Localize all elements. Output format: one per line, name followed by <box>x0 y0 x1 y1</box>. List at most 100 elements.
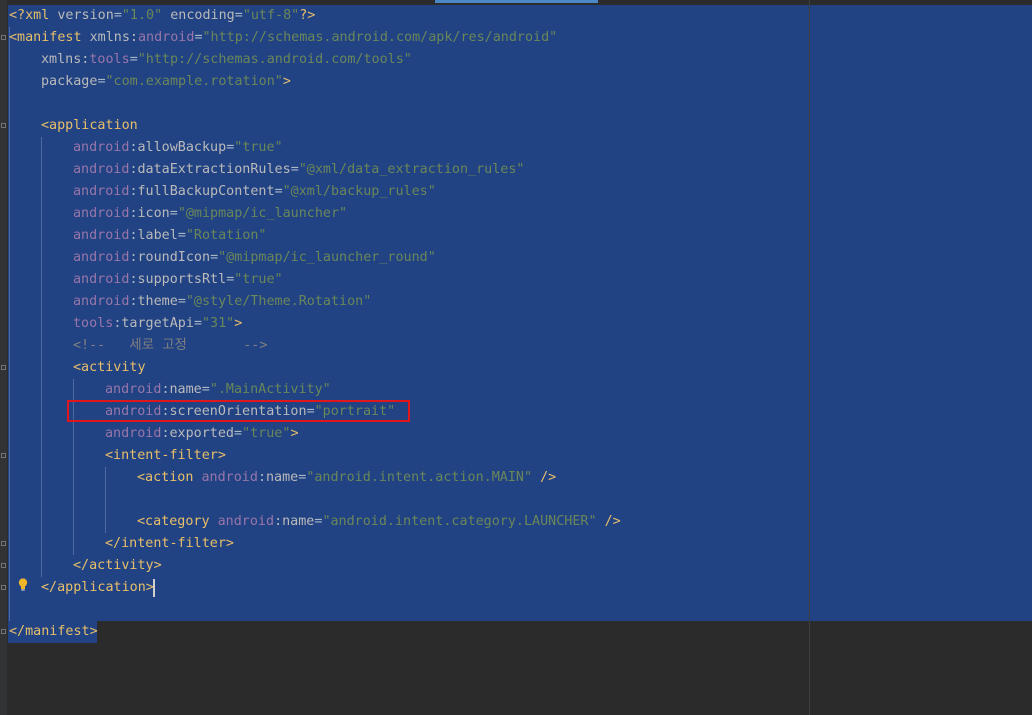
code-token: : <box>161 382 170 397</box>
code-line[interactable]: package="com.example.rotation"> <box>41 71 291 93</box>
code-token: = <box>234 426 243 441</box>
code-token: "true" <box>234 272 283 287</box>
code-line[interactable]: <?xml version="1.0" encoding="utf-8"?> <box>9 5 315 27</box>
code-line[interactable]: android:label="Rotation" <box>73 225 267 247</box>
indent-guide <box>41 137 42 577</box>
code-token: = <box>290 162 299 177</box>
code-token: fullBackupContent <box>137 184 275 199</box>
code-token: android <box>73 140 130 155</box>
code-token: tools <box>73 316 114 331</box>
code-token: android <box>73 228 130 243</box>
fold-marker-icon[interactable] <box>1 629 6 634</box>
code-line[interactable]: android:fullBackupContent="@xml/backup_r… <box>73 181 436 203</box>
code-line[interactable]: </activity> <box>73 555 162 577</box>
code-token: : <box>129 294 138 309</box>
fold-marker-icon[interactable] <box>1 453 6 458</box>
code-token: </manifest> <box>9 624 98 639</box>
code-token: label <box>137 228 178 243</box>
code-token: <application <box>41 118 138 133</box>
code-line[interactable]: xmlns:tools="http://schemas.android.com/… <box>41 49 412 71</box>
code-line[interactable]: android:theme="@style/Theme.Rotation" <box>73 291 371 313</box>
code-token: xmlns: <box>89 30 138 45</box>
code-line[interactable]: </manifest> <box>9 621 98 643</box>
code-line[interactable]: <activity <box>73 357 146 379</box>
code-token: = <box>274 184 283 199</box>
editor-gutter[interactable] <box>0 0 7 715</box>
code-token: "http://schemas.android.com/apk/res/andr… <box>202 30 558 45</box>
code-token: "Rotation" <box>185 228 267 243</box>
fold-marker-icon[interactable] <box>1 35 6 40</box>
code-token: exported <box>169 426 235 441</box>
fold-marker-icon[interactable] <box>1 541 6 546</box>
code-line[interactable]: android:supportsRtl="true" <box>73 269 283 291</box>
code-token: = <box>177 228 186 243</box>
code-token: android <box>201 470 258 485</box>
code-token: "31" <box>202 316 235 331</box>
fold-marker-icon[interactable] <box>1 563 6 568</box>
fold-marker-icon[interactable] <box>1 123 6 128</box>
code-token: : <box>129 272 138 287</box>
code-line[interactable]: <intent-filter> <box>105 445 226 467</box>
indent-guide <box>9 27 10 621</box>
code-token: android <box>73 206 130 221</box>
code-token: "utf-8" <box>242 8 300 23</box>
code-editor[interactable]: <?xml version="1.0" encoding="utf-8"?> <m… <box>0 0 1032 715</box>
code-line[interactable]: android:dataExtractionRules="@xml/data_e… <box>73 159 524 181</box>
code-token: dataExtractionRules <box>137 162 291 177</box>
code-token: roundIcon <box>137 250 211 265</box>
code-line[interactable]: </application> <box>41 577 154 599</box>
code-token: <?xml <box>9 8 58 23</box>
code-token: </intent-filter> <box>105 536 234 551</box>
code-token: = <box>97 74 106 89</box>
code-token: android <box>138 30 195 45</box>
fold-marker-icon[interactable] <box>1 585 6 590</box>
code-token: > <box>290 426 299 441</box>
code-line[interactable]: <action android:name="android.intent.act… <box>137 467 556 489</box>
code-token: <activity <box>73 360 146 375</box>
code-token: android <box>217 514 275 529</box>
code-token: <manifest <box>9 30 90 45</box>
code-token: : <box>161 426 170 441</box>
code-token: <!-- 세로 고정 --> <box>73 338 268 353</box>
code-line[interactable]: android:allowBackup="true" <box>73 137 283 159</box>
code-token: : <box>129 162 138 177</box>
code-token: = <box>201 382 210 397</box>
code-token: /> <box>540 470 557 485</box>
code-line[interactable]: <!-- 세로 고정 --> <box>73 335 267 357</box>
code-token: "http://schemas.android.com/tools" <box>137 52 412 67</box>
code-token: targetApi <box>121 316 194 331</box>
code-token: = <box>194 30 203 45</box>
code-token: name <box>169 382 202 397</box>
code-token: : <box>129 206 138 221</box>
code-token: = <box>193 316 202 331</box>
code-line[interactable]: android:exported="true"> <box>105 423 299 445</box>
code-line[interactable]: <category android:name="android.intent.c… <box>137 511 621 533</box>
code-line[interactable]: </intent-filter> <box>105 533 234 555</box>
code-token: android <box>105 382 162 397</box>
code-token: : <box>274 514 283 529</box>
code-line[interactable]: <manifest xmlns:android="http://schemas.… <box>9 27 557 49</box>
code-token: package <box>41 74 98 89</box>
code-token: theme <box>137 294 178 309</box>
code-line[interactable]: android:name=".MainActivity" <box>105 379 331 401</box>
code-token: > <box>282 74 291 89</box>
code-token: "true" <box>234 140 283 155</box>
code-token: name <box>282 514 315 529</box>
code-token: "@mipmap/ic_launcher_round" <box>218 250 436 265</box>
code-token: "android.intent.category.LAUNCHER" <box>322 514 597 529</box>
code-token: : <box>129 228 138 243</box>
code-line[interactable]: tools:targetApi="31"> <box>73 313 242 335</box>
code-line[interactable]: <application <box>41 115 138 137</box>
fold-marker-icon[interactable] <box>1 365 6 370</box>
code-token: version <box>57 8 114 23</box>
lightbulb-icon[interactable] <box>18 578 28 592</box>
code-token: <intent-filter> <box>105 448 226 463</box>
code-token: = <box>177 294 186 309</box>
code-token: = <box>234 8 243 23</box>
code-token: xmlns: <box>41 52 90 67</box>
code-token: "android.intent.action.MAIN" <box>306 470 533 485</box>
code-line[interactable]: android:roundIcon="@mipmap/ic_launcher_r… <box>73 247 436 269</box>
code-line[interactable]: android:icon="@mipmap/ic_launcher" <box>73 203 347 225</box>
code-token: <action <box>137 470 202 485</box>
